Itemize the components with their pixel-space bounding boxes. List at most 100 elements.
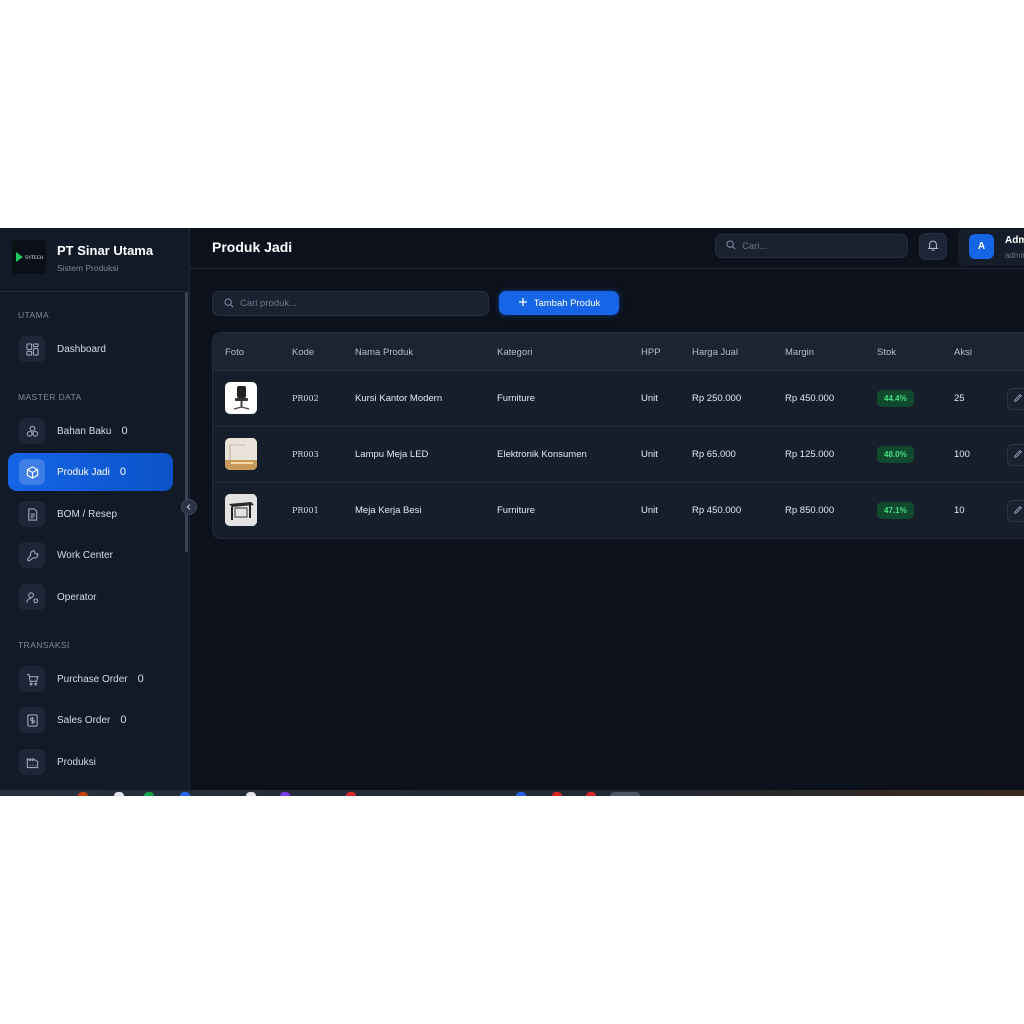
notifications-button[interactable] — [919, 233, 947, 260]
product-photo-desk-lamp — [225, 438, 257, 470]
search-icon — [726, 237, 736, 255]
taskbar-app-icon[interactable] — [180, 792, 190, 796]
table-row: PR001 Meja Kerja Besi Furniture Unit Rp … — [213, 483, 1024, 538]
sidebar-item-bom-resep[interactable]: BOM / Resep — [8, 495, 173, 533]
taskbar-app-icon[interactable] — [78, 792, 88, 796]
user-name: Admin — [1005, 235, 1024, 246]
product-photo-office-chair — [225, 382, 257, 414]
sidebar-item-label: Bahan Baku — [57, 425, 112, 437]
taskbar-app-icon[interactable] — [586, 792, 596, 796]
sidebar-item-bahan-baku[interactable]: Bahan Baku 0 — [8, 412, 173, 450]
product-search-input[interactable] — [240, 298, 380, 309]
sidebar: SY-TECH PT Sinar Utama Sistem Produksi U… — [0, 228, 190, 790]
sidebar-item-count: 0 — [120, 714, 127, 726]
column-header-nama-produk: Nama Produk — [355, 347, 414, 358]
table-header: Foto Kode Nama Produk Kategori HPP Harga… — [213, 333, 1024, 371]
dollar-receipt-icon — [19, 707, 45, 733]
shopping-cart-icon — [19, 666, 45, 692]
avatar: A — [969, 234, 994, 259]
sidebar-collapse-button[interactable] — [181, 499, 197, 515]
sidebar-item-produk-jadi[interactable]: Produk Jadi 0 — [8, 453, 173, 491]
product-name: Kursi Kantor Modern — [355, 393, 443, 404]
product-search[interactable] — [212, 291, 489, 316]
wrench-icon — [19, 542, 45, 568]
add-product-button[interactable]: Tambah Produk — [499, 291, 619, 315]
product-category: Furniture — [497, 393, 536, 404]
page-title: Produk Jadi — [212, 239, 293, 255]
sidebar-item-label: BOM / Resep — [57, 508, 118, 520]
sidebar-item-label: Purchase Order — [57, 673, 128, 685]
taskbar-app-icon[interactable] — [610, 792, 640, 796]
file-text-icon — [19, 501, 45, 527]
pencil-icon — [1013, 502, 1023, 520]
section-transaksi: TRANSAKSI — [18, 640, 70, 650]
product-code: PR001 — [292, 506, 319, 515]
taskbar-app-icon[interactable] — [246, 792, 256, 796]
sidebar-item-count: 0 — [137, 673, 144, 685]
taskbar-app-icon[interactable] — [144, 792, 154, 796]
sidebar-item-purchase-order[interactable]: Purchase Order 0 — [8, 660, 173, 698]
product-hpp: Rp 65.000 — [692, 449, 736, 460]
product-stock: 25 — [954, 393, 965, 404]
column-header-aksi: Aksi — [954, 347, 972, 358]
brand-header: SY-TECH PT Sinar Utama Sistem Produksi — [0, 228, 189, 292]
pencil-icon — [1013, 446, 1023, 464]
user-role: admin — [1005, 251, 1024, 260]
column-header-margin: Margin — [785, 347, 815, 358]
edit-button[interactable] — [1007, 388, 1024, 410]
user-cog-icon — [19, 584, 45, 610]
boxes-icon — [19, 418, 45, 444]
column-header-hpp: HPP — [641, 347, 661, 358]
os-taskbar — [0, 790, 1024, 796]
search-icon — [224, 295, 234, 313]
product-price: Rp 125.000 — [785, 449, 835, 460]
product-name: Meja Kerja Besi — [355, 505, 422, 516]
product-photo-metal-desk — [225, 494, 257, 526]
sidebar-item-produksi[interactable]: Produksi — [8, 743, 173, 781]
product-name: Lampu Meja LED — [355, 449, 429, 460]
sidebar-item-operator[interactable]: Operator — [8, 578, 173, 616]
pencil-icon — [1013, 390, 1023, 408]
column-header-kategori: Kategori — [497, 347, 533, 358]
sidebar-item-sales-order[interactable]: Sales Order 0 — [8, 701, 173, 739]
section-master-data: MASTER DATA — [18, 392, 82, 402]
edit-button[interactable] — [1007, 444, 1024, 466]
table-row: PR002 Kursi Kantor Modern Furniture Unit… — [213, 371, 1024, 427]
global-search-input[interactable] — [742, 240, 882, 252]
margin-badge: 48.0% — [877, 446, 914, 463]
product-price: Rp 450.000 — [785, 393, 835, 404]
taskbar-app-icon[interactable] — [552, 792, 562, 796]
column-header-kode: Kode — [292, 347, 315, 358]
product-code: PR003 — [292, 450, 319, 459]
taskbar-app-icon[interactable] — [280, 792, 290, 796]
sidebar-item-count: 0 — [119, 466, 126, 478]
global-search[interactable] — [715, 234, 908, 258]
product-price: Rp 850.000 — [785, 505, 835, 516]
column-header-harga-jual: Harga Jual — [692, 347, 738, 358]
margin-badge: 47.1% — [877, 502, 914, 519]
package-icon — [19, 459, 45, 485]
product-category: Furniture — [497, 505, 536, 516]
taskbar-app-icon[interactable] — [516, 792, 526, 796]
app-window: SY-TECH PT Sinar Utama Sistem Produksi U… — [0, 228, 1024, 796]
sidebar-item-work-center[interactable]: Work Center — [8, 536, 173, 574]
plus-icon — [518, 297, 528, 310]
app-subtitle: Sistem Produksi — [57, 263, 119, 273]
table-row: PR003 Lampu Meja LED Elektronik Konsumen… — [213, 427, 1024, 483]
taskbar-app-icon[interactable] — [114, 792, 124, 796]
product-unit: Unit — [641, 449, 658, 460]
sidebar-item-label: Dashboard — [57, 343, 106, 355]
products-table: Foto Kode Nama Produk Kategori HPP Harga… — [212, 332, 1024, 539]
product-stock: 10 — [954, 505, 965, 516]
taskbar-app-icon[interactable] — [346, 792, 356, 796]
edit-button[interactable] — [1007, 500, 1024, 522]
sidebar-item-label: Work Center — [57, 549, 113, 561]
company-name: PT Sinar Utama — [57, 243, 154, 258]
top-header: Produk Jadi A Admin admin — [190, 228, 1024, 269]
bell-icon — [927, 238, 939, 256]
sidebar-item-dashboard[interactable]: Dashboard — [8, 330, 173, 368]
sidebar-item-label: Produksi — [57, 756, 96, 768]
layout-grid-icon — [19, 336, 45, 362]
sidebar-item-count: 0 — [121, 425, 128, 437]
user-menu[interactable]: A Admin admin — [958, 229, 1024, 266]
